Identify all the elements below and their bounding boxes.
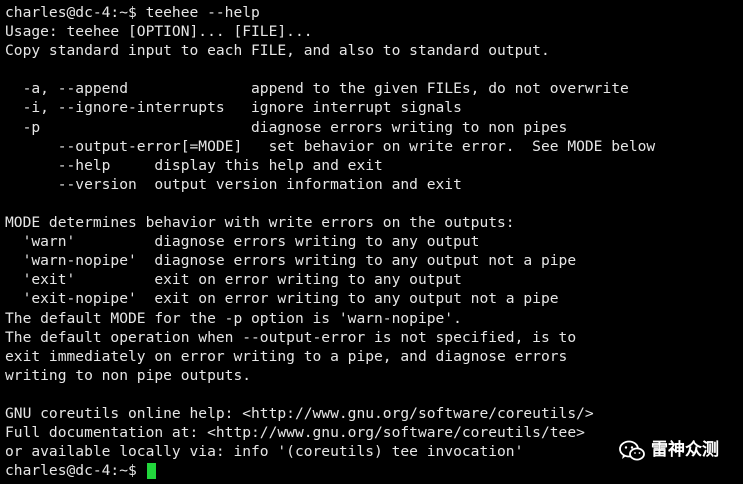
terminal-window[interactable]: charles@dc-4:~$ teehee --help Usage: teeh…	[0, 0, 743, 484]
watermark-text: 雷神众测	[651, 440, 719, 461]
terminal-line: writing to non pipe outputs.	[5, 366, 252, 384]
terminal-output: charles@dc-4:~$ teehee --help Usage: teeh…	[5, 3, 743, 461]
terminal-line: The default operation when --output-erro…	[5, 328, 577, 346]
terminal-line: -p diagnose errors writing to non pipes	[5, 118, 568, 136]
terminal-line: 'exit' exit on error writing to any outp…	[5, 271, 462, 289]
prompt-line[interactable]: charles@dc-4:~$	[5, 461, 743, 480]
terminal-line: --output-error[=MODE] set behavior on wr…	[5, 137, 656, 155]
terminal-line: --help display this help and exit	[5, 156, 383, 174]
terminal-line: Usage: teehee [OPTION]... [FILE]...	[5, 23, 313, 41]
terminal-line: GNU coreutils online help: <http://www.g…	[5, 404, 594, 422]
terminal-line: 'exit-nopipe' exit on error writing to a…	[5, 290, 559, 308]
terminal-line: exit immediately on error writing to a p…	[5, 347, 568, 365]
terminal-line: The default MODE for the -p option is 'w…	[5, 309, 462, 327]
terminal-line: --version output version information and…	[5, 175, 462, 193]
terminal-line: charles@dc-4:~$ teehee --help	[5, 4, 260, 21]
prompt-text: charles@dc-4:~$	[5, 462, 146, 480]
terminal-line: Copy standard input to each FILE, and al…	[5, 42, 550, 60]
terminal-line: -a, --append append to the given FILEs, …	[5, 80, 629, 98]
terminal-line: -i, --ignore-interrupts ignore interrupt…	[5, 99, 462, 117]
wechat-icon	[619, 440, 645, 461]
terminal-line: 'warn-nopipe' diagnose errors writing to…	[5, 252, 577, 270]
terminal-line: 'warn' diagnose errors writing to any ou…	[5, 233, 480, 251]
text-cursor	[146, 462, 156, 479]
terminal-line: MODE determines behavior with write erro…	[5, 214, 515, 232]
watermark: 雷神众测	[619, 440, 719, 462]
